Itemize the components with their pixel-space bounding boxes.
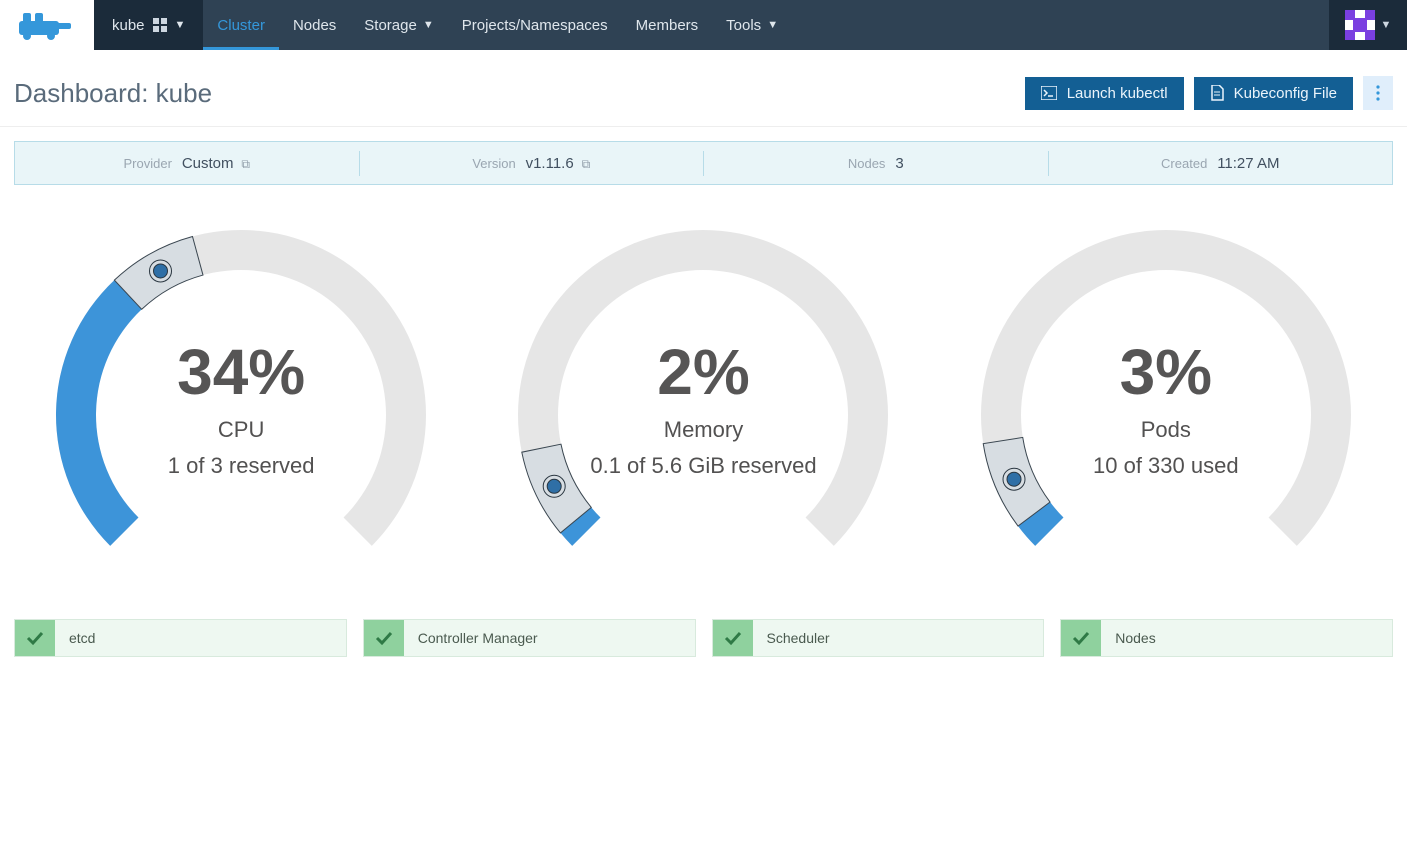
info-version: Version v1.11.6 ⧉ — [360, 151, 705, 176]
top-nav: kube ▼ Cluster Nodes Storage ▼ Projects/… — [0, 0, 1407, 50]
gauge-label: Pods — [936, 417, 1396, 443]
nav-label: Tools — [726, 17, 761, 34]
kebab-icon — [1376, 85, 1380, 101]
nav-label: Cluster — [217, 17, 265, 34]
status-label: etcd — [55, 620, 346, 656]
avatar-icon — [1345, 10, 1375, 40]
user-menu[interactable]: ▼ — [1329, 0, 1407, 50]
logo[interactable] — [0, 0, 94, 50]
file-icon — [1210, 85, 1224, 101]
info-provider: Provider Custom ⧉ — [15, 151, 360, 176]
gauge-detail: 10 of 330 used — [936, 453, 1396, 479]
status-controller-manager[interactable]: Controller Manager — [363, 619, 696, 657]
info-value: 3 — [895, 155, 903, 172]
nav-nodes[interactable]: Nodes — [279, 0, 350, 50]
check-icon — [364, 620, 404, 656]
nav-items: Cluster Nodes Storage ▼ Projects/Namespa… — [203, 0, 792, 50]
page-header: Dashboard: kube Launch kubectl Kubeconfi… — [0, 50, 1407, 127]
more-actions-button[interactable] — [1363, 76, 1393, 110]
gauge-detail: 1 of 3 reserved — [11, 453, 471, 479]
gauge-memory: 2% Memory 0.1 of 5.6 GiB reserved — [473, 215, 933, 609]
gauge-pods: 3% Pods 10 of 330 used — [936, 215, 1396, 609]
nav-tools[interactable]: Tools ▼ — [712, 0, 792, 50]
info-label: Provider — [124, 156, 172, 171]
check-icon — [15, 620, 55, 656]
status-row: etcd Controller Manager Scheduler Nodes — [0, 609, 1407, 677]
gauges-row: 34% CPU 1 of 3 reserved 2% Memory 0.1 of… — [0, 215, 1407, 609]
nav-label: Nodes — [293, 17, 336, 34]
page-title-prefix: Dashboard: — [14, 78, 156, 108]
status-label: Scheduler — [753, 620, 1044, 656]
page-title: Dashboard: kube — [14, 78, 212, 109]
cluster-info-strip: Provider Custom ⧉ Version v1.11.6 ⧉ Node… — [14, 141, 1393, 185]
chevron-down-icon: ▼ — [767, 19, 778, 31]
info-value: Custom — [182, 155, 234, 172]
copy-icon[interactable]: ⧉ — [582, 157, 591, 171]
terminal-icon — [1041, 86, 1057, 100]
status-label: Nodes — [1101, 620, 1392, 656]
gauge-percent: 3% — [936, 335, 1396, 409]
info-value: v1.11.6 — [526, 155, 574, 172]
copy-icon[interactable]: ⧉ — [241, 157, 250, 171]
nav-label: Members — [636, 17, 699, 34]
status-nodes[interactable]: Nodes — [1060, 619, 1393, 657]
gauge-label: CPU — [11, 417, 471, 443]
status-label: Controller Manager — [404, 620, 695, 656]
chevron-down-icon: ▼ — [175, 19, 186, 31]
rancher-logo-icon — [17, 9, 77, 41]
grid-icon — [153, 18, 167, 32]
nav-label: Storage — [364, 17, 417, 34]
gauge-detail: 0.1 of 5.6 GiB reserved — [473, 453, 933, 479]
info-value: 11:27 AM — [1217, 155, 1279, 172]
gauge-percent: 34% — [11, 335, 471, 409]
nav-cluster[interactable]: Cluster — [203, 0, 279, 50]
gauge-percent: 2% — [473, 335, 933, 409]
chevron-down-icon: ▼ — [1381, 19, 1392, 31]
info-label: Created — [1161, 156, 1207, 171]
info-label: Nodes — [848, 156, 886, 171]
check-icon — [1061, 620, 1101, 656]
nav-members[interactable]: Members — [622, 0, 713, 50]
button-label: Launch kubectl — [1067, 85, 1168, 102]
info-nodes: Nodes 3 — [704, 151, 1049, 176]
launch-kubectl-button[interactable]: Launch kubectl — [1025, 77, 1184, 110]
button-label: Kubeconfig File — [1234, 85, 1337, 102]
status-scheduler[interactable]: Scheduler — [712, 619, 1045, 657]
gauge-cpu: 34% CPU 1 of 3 reserved — [11, 215, 471, 609]
nav-storage[interactable]: Storage ▼ — [350, 0, 447, 50]
info-label: Version — [472, 156, 515, 171]
chevron-down-icon: ▼ — [423, 19, 434, 31]
kubeconfig-file-button[interactable]: Kubeconfig File — [1194, 77, 1353, 110]
gauge-label: Memory — [473, 417, 933, 443]
cluster-selector-label: kube — [112, 17, 145, 34]
cluster-selector[interactable]: kube ▼ — [94, 0, 203, 50]
nav-projects-namespaces[interactable]: Projects/Namespaces — [448, 0, 622, 50]
nav-label: Projects/Namespaces — [462, 17, 608, 34]
info-created: Created 11:27 AM — [1049, 151, 1393, 176]
status-etcd[interactable]: etcd — [14, 619, 347, 657]
check-icon — [713, 620, 753, 656]
page-title-name: kube — [156, 78, 212, 108]
